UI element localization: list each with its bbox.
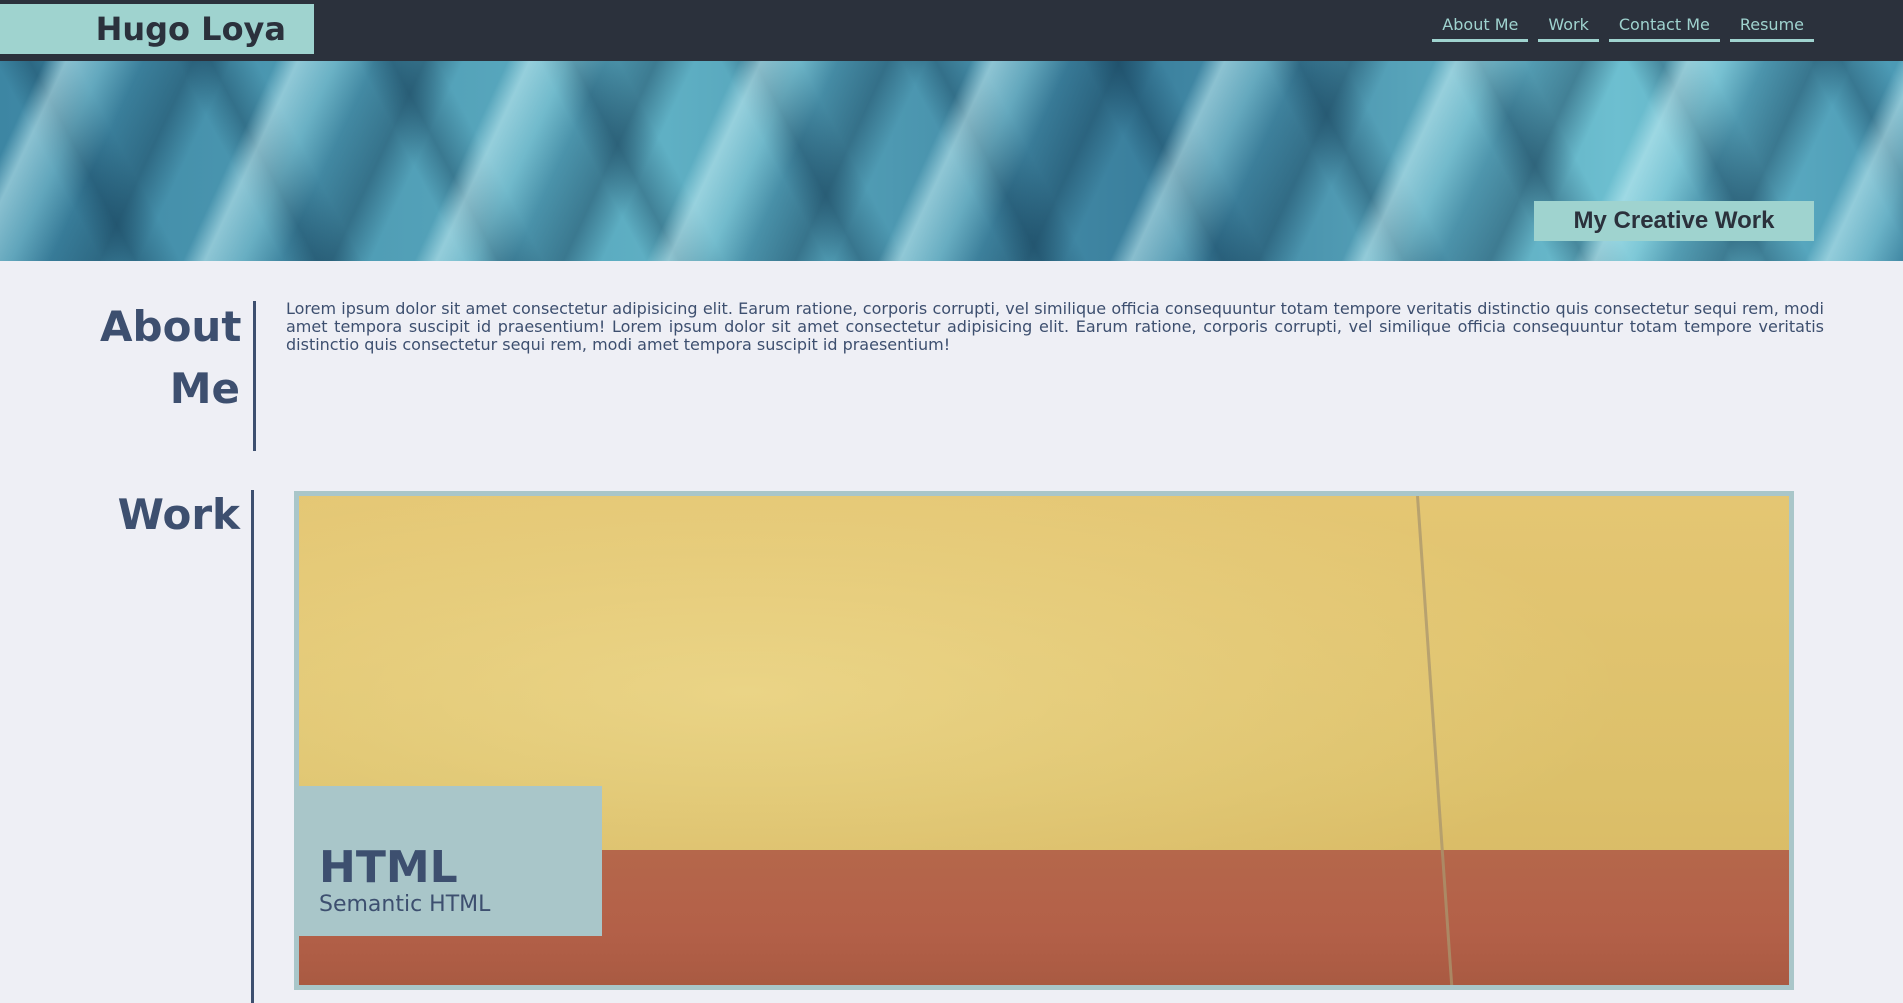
work-card-label: HTML Semantic HTML <box>299 786 602 936</box>
site-header: Hugo Loya About Me Work Contact Me Resum… <box>0 0 1903 61</box>
nav-link-resume[interactable]: Resume <box>1729 14 1814 42</box>
about-section-title: About Me <box>100 296 242 420</box>
about-title-text: About Me <box>100 302 242 413</box>
work-card-title: HTML <box>319 842 458 893</box>
hero-tagline: My Creative Work <box>1534 201 1814 241</box>
work-card-subtitle: Semantic HTML <box>319 892 491 917</box>
nav-link-about-me[interactable]: About Me <box>1432 14 1529 42</box>
work-divider <box>251 490 254 1003</box>
hero-banner: My Creative Work <box>0 61 1903 261</box>
work-card-html[interactable]: HTML Semantic HTML <box>294 491 1794 990</box>
about-text: Lorem ipsum dolor sit amet consectetur a… <box>286 299 1824 354</box>
site-title[interactable]: Hugo Loya <box>0 4 314 54</box>
main-nav: About Me Work Contact Me Resume <box>1432 14 1814 42</box>
nav-link-work[interactable]: Work <box>1538 14 1599 42</box>
work-section-title: Work <box>117 490 240 539</box>
about-divider <box>253 301 256 451</box>
nav-link-contact-me[interactable]: Contact Me <box>1608 14 1720 42</box>
